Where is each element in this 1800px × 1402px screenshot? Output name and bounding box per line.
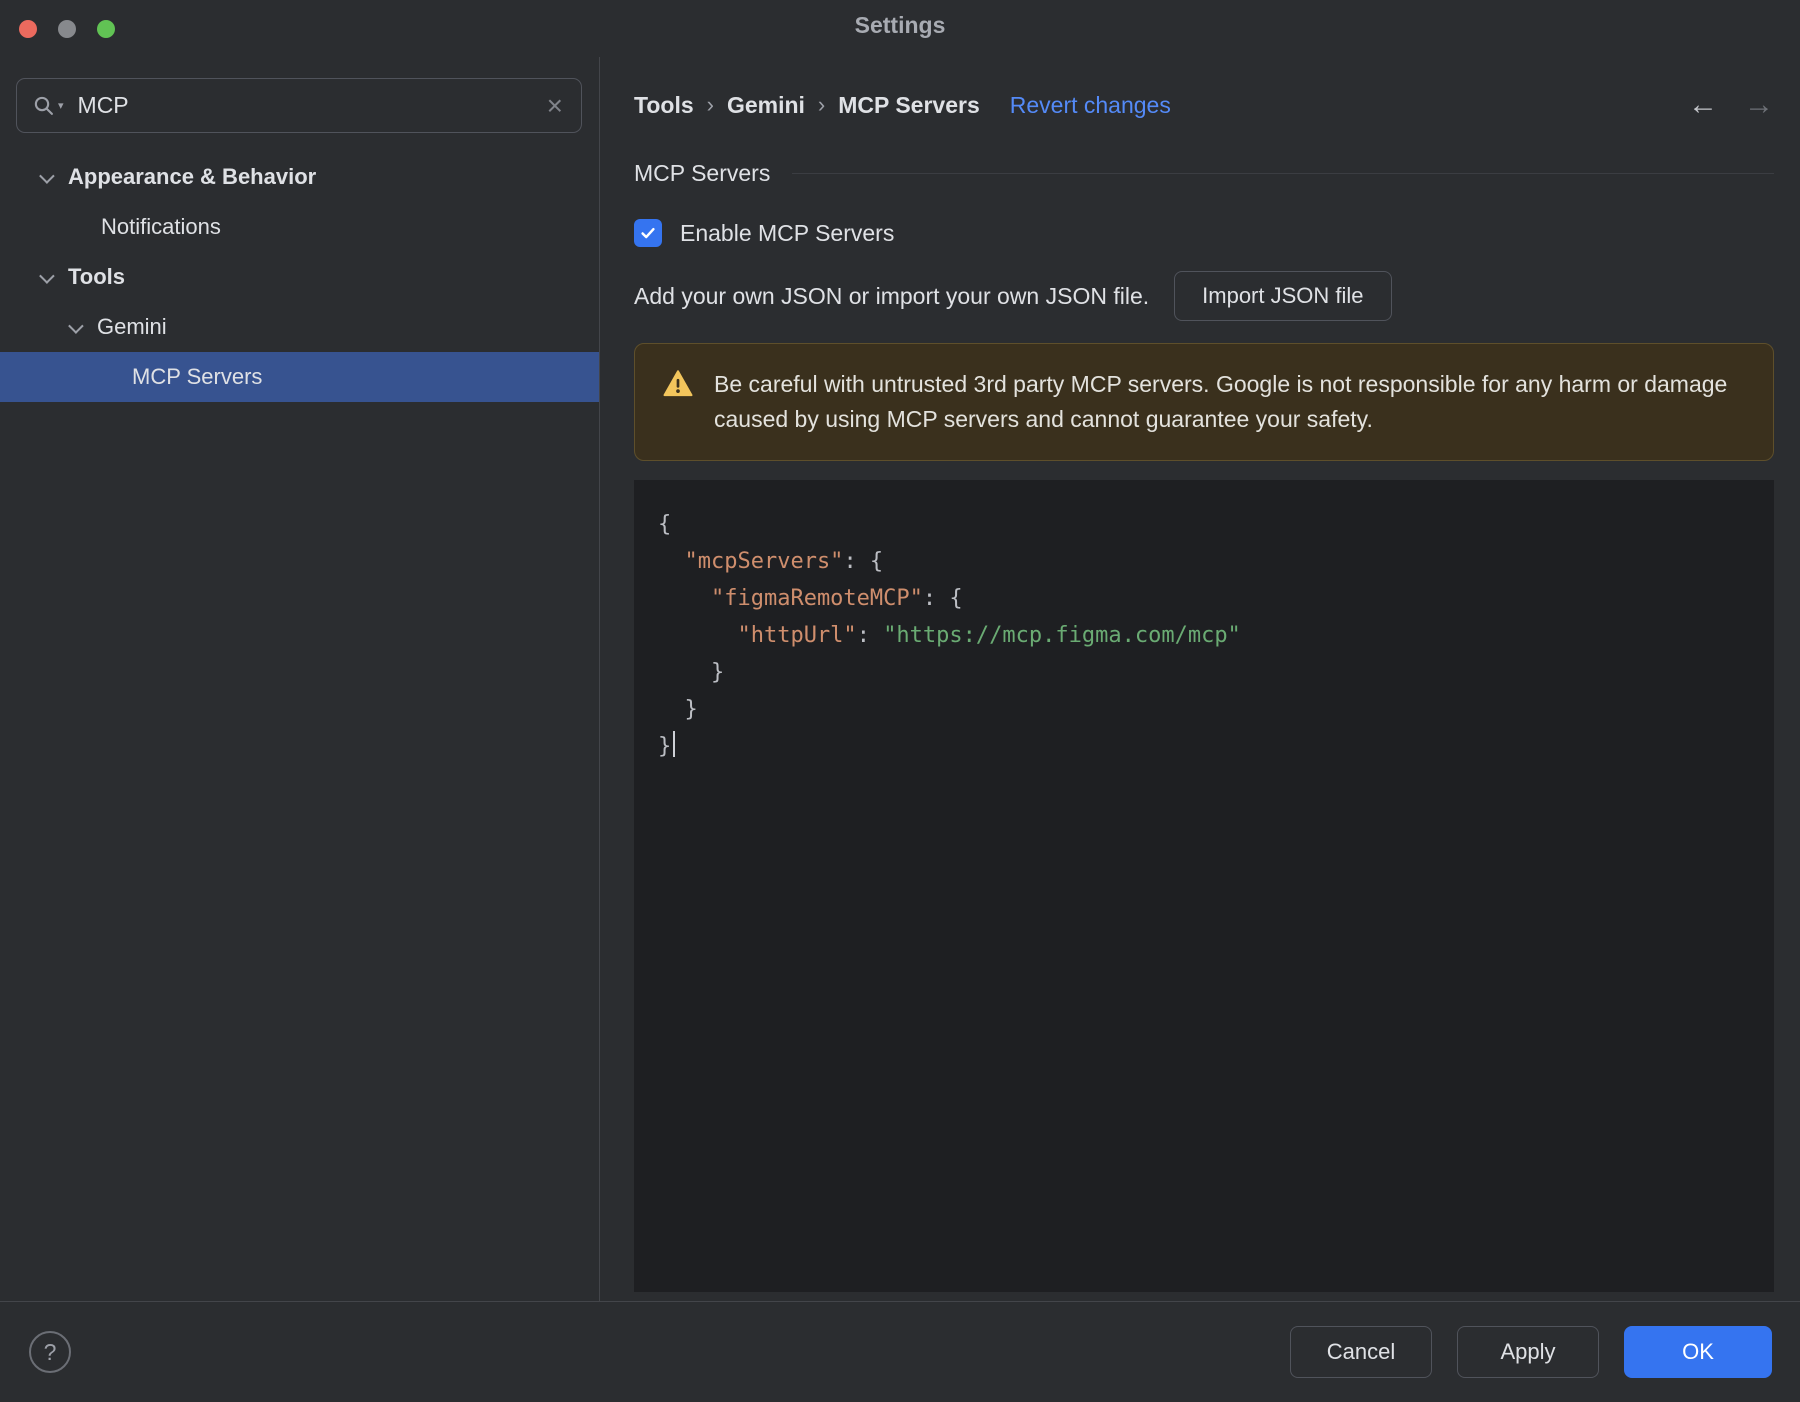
enable-mcp-servers-row[interactable]: Enable MCP Servers xyxy=(634,219,1774,247)
json-punctuation: : { xyxy=(922,586,963,611)
dialog-buttons: Cancel Apply OK xyxy=(1290,1326,1772,1378)
title-bar: Settings xyxy=(0,0,1800,57)
search-icon xyxy=(34,96,53,115)
code-line: } xyxy=(658,691,1750,728)
json-punctuation: } xyxy=(658,660,725,685)
search-options-dropdown[interactable]: ▾ xyxy=(33,95,64,117)
add-json-row: Add your own JSON or import your own JSO… xyxy=(634,271,1774,321)
section-title: MCP Servers xyxy=(634,160,771,186)
section-header: MCP Servers xyxy=(634,160,1774,187)
history-navigation: ← → xyxy=(1688,90,1774,120)
code-line: "httpUrl": "https://mcp.figma.com/mcp" xyxy=(658,617,1750,654)
json-punctuation: } xyxy=(658,697,698,722)
settings-content-panel: Tools › Gemini › MCP Servers Revert chan… xyxy=(600,57,1800,1301)
search-input[interactable] xyxy=(77,92,545,119)
chevron-down-icon[interactable] xyxy=(68,317,84,334)
settings-window: Settings ▾ × Appearance & Behavior xyxy=(0,0,1800,1402)
code-line: { xyxy=(658,506,1750,543)
sidebar-item-label: Notifications xyxy=(101,214,221,239)
window-title: Settings xyxy=(854,12,946,38)
section-divider xyxy=(792,173,1774,174)
breadcrumb: Tools › Gemini › MCP Servers Revert chan… xyxy=(634,90,1774,120)
sidebar-item-gemini[interactable]: Gemini xyxy=(0,302,599,352)
breadcrumb-separator-icon: › xyxy=(817,92,826,117)
clear-search-icon[interactable]: × xyxy=(545,91,565,120)
back-arrow-icon[interactable]: ← xyxy=(1688,90,1718,120)
json-string-value: "https://mcp.figma.com/mcp" xyxy=(883,623,1241,648)
code-line: "mcpServers": { xyxy=(658,543,1750,580)
code-line: "figmaRemoteMCP": { xyxy=(658,580,1750,617)
sidebar-item-notifications[interactable]: Notifications xyxy=(0,202,599,252)
breadcrumb-mcp-servers: MCP Servers xyxy=(838,91,980,118)
help-icon: ? xyxy=(43,1338,57,1365)
cancel-button[interactable]: Cancel xyxy=(1290,1326,1432,1378)
enable-mcp-servers-checkbox[interactable] xyxy=(634,219,662,247)
chevron-down-icon: ▾ xyxy=(58,100,64,112)
sidebar-item-label: Tools xyxy=(68,264,126,289)
sidebar-item-label: MCP Servers xyxy=(132,364,263,389)
add-json-text: Add your own JSON or import your own JSO… xyxy=(634,282,1150,309)
sidebar-item-tools[interactable]: Tools xyxy=(0,252,599,302)
chevron-down-icon[interactable] xyxy=(39,167,55,184)
breadcrumb-tools[interactable]: Tools xyxy=(634,92,694,119)
checkmark-icon xyxy=(641,227,655,239)
json-key: "mcpServers" xyxy=(658,549,844,574)
help-button[interactable]: ? xyxy=(29,1331,71,1373)
chevron-down-icon[interactable] xyxy=(39,267,55,284)
json-punctuation: : { xyxy=(843,549,884,574)
enable-mcp-servers-label: Enable MCP Servers xyxy=(680,219,895,246)
sidebar-item-label: Gemini xyxy=(97,314,167,339)
import-json-file-button[interactable]: Import JSON file xyxy=(1174,271,1392,321)
apply-button[interactable]: Apply xyxy=(1457,1326,1599,1378)
forward-arrow-icon[interactable]: → xyxy=(1744,90,1774,120)
code-line: } xyxy=(658,654,1750,691)
json-key: "figmaRemoteMCP" xyxy=(658,586,923,611)
sidebar-item-appearance-behavior[interactable]: Appearance & Behavior xyxy=(0,152,599,202)
revert-changes-link[interactable]: Revert changes xyxy=(1010,92,1171,119)
settings-tree: Appearance & Behavior Notifications Tool… xyxy=(0,152,599,402)
warning-banner: Be careful with untrusted 3rd party MCP … xyxy=(634,343,1774,461)
code-line: } xyxy=(658,728,1750,765)
sidebar-item-mcp-servers[interactable]: MCP Servers xyxy=(0,352,599,402)
warning-icon xyxy=(663,370,693,397)
json-punctuation: } xyxy=(658,734,672,759)
ok-button[interactable]: OK xyxy=(1624,1326,1772,1378)
json-punctuation: { xyxy=(658,512,672,537)
warning-text: Be careful with untrusted 3rd party MCP … xyxy=(714,371,1728,432)
json-key: "httpUrl" xyxy=(658,623,857,648)
text-cursor xyxy=(673,731,676,757)
json-punctuation: : xyxy=(856,623,884,648)
dialog-footer: ? Cancel Apply OK xyxy=(0,1301,1800,1402)
breadcrumb-gemini[interactable]: Gemini xyxy=(727,92,805,119)
settings-sidebar: ▾ × Appearance & Behavior Notifications … xyxy=(0,57,600,1301)
search-field[interactable]: ▾ × xyxy=(16,78,582,133)
breadcrumb-separator-icon: › xyxy=(706,92,714,117)
sidebar-item-label: Appearance & Behavior xyxy=(68,164,317,189)
mcp-json-editor[interactable]: { "mcpServers": { "figmaRemoteMCP": { "h… xyxy=(634,480,1774,1292)
